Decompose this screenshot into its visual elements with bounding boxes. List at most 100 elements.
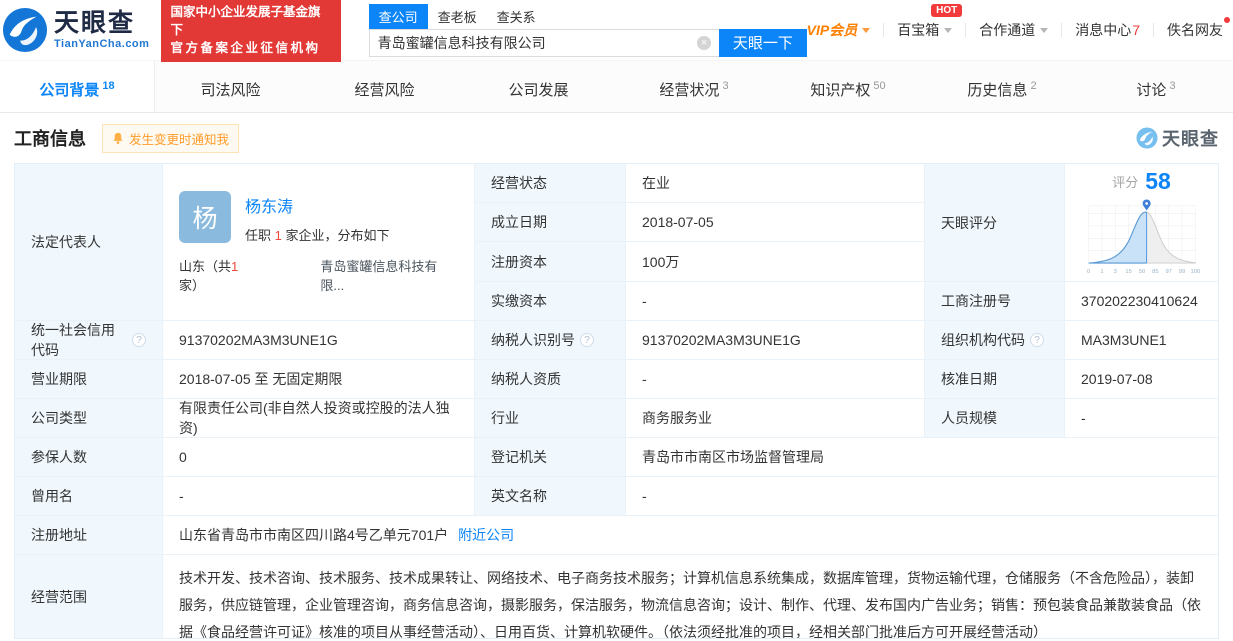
tianyan-score-panel[interactable]: 评分 58 [1065, 164, 1218, 282]
value-text: - [642, 293, 647, 309]
field-value-staff-size: - [1065, 399, 1218, 438]
search-tab-relation[interactable]: 查关系 [487, 4, 546, 29]
cooperation-label: 合作通道 [979, 20, 1035, 40]
label-text: 核准日期 [941, 369, 997, 389]
svg-text:1: 1 [1100, 269, 1103, 275]
tab-label: 经营状况 [659, 82, 719, 99]
label-text: 纳税人资质 [491, 369, 561, 389]
scope-text: 技术开发、技术咨询、技术服务、技术成果转让、网络技术、电子商务技术服务；计算机信… [179, 570, 1201, 638]
field-value-taxpayer-quality: - [626, 360, 925, 399]
tab-company-background[interactable]: 公司背景18 [0, 61, 155, 112]
tenure-text: 任职 1 家企业，分布如下 [245, 225, 390, 244]
bell-icon [112, 132, 124, 145]
value-text: - [1081, 410, 1086, 426]
field-value-company-type: 有限责任公司(非自然人投资或控股的法人独资) [163, 399, 475, 438]
help-icon[interactable] [132, 333, 146, 347]
tab-label: 公司背景 [39, 82, 99, 99]
search-tabs: 查公司 查老板 查关系 [369, 4, 807, 29]
legal-rep-name-link[interactable]: 杨东涛 [245, 193, 390, 217]
field-value-english-name: - [626, 477, 1218, 516]
vip-label: VIP会员 [807, 20, 858, 40]
watermark-text: 天眼查 [1162, 125, 1219, 151]
field-label-company-type: 公司类型 [15, 399, 163, 438]
tenure-count: 1 [275, 228, 282, 243]
tab-operating-status[interactable]: 经营状况3 [617, 61, 771, 112]
tab-company-development[interactable]: 公司发展 [463, 61, 617, 112]
notify-label: 发生变更时通知我 [129, 129, 229, 148]
tab-history-info[interactable]: 历史信息2 [925, 61, 1079, 112]
related-company-link[interactable]: 青岛蜜罐信息科技有限... [320, 256, 458, 294]
field-value-org-code: MA3M3UNE1 [1065, 321, 1218, 360]
label-text: 统一社会信用代码 [31, 321, 127, 360]
value-text: 2018-07-05 [642, 214, 714, 230]
svg-text:15: 15 [1125, 269, 1131, 275]
message-count-badge: 7 [1132, 22, 1140, 38]
tab-intellectual-property[interactable]: 知识产权50 [771, 61, 925, 112]
label-text: 实缴资本 [491, 291, 547, 311]
nearby-companies-link[interactable]: 附近公司 [458, 525, 514, 545]
nav-user[interactable]: 佚名网友 [1167, 20, 1223, 40]
value-text: 2018-07-05 至 无固定期限 [179, 369, 342, 389]
tab-label: 历史信息 [967, 82, 1027, 99]
legal-rep-card: 杨 杨东涛 任职 1 家企业，分布如下 山东（共1家） 青岛蜜罐信息科技有限..… [163, 164, 475, 321]
nav-vip[interactable]: VIP会员 [807, 20, 871, 40]
region-distribution: 山东（共1家） [179, 256, 262, 294]
field-label-taxpayer-id: 纳税人识别号 [475, 321, 626, 360]
search-tab-boss[interactable]: 查老板 [428, 4, 487, 29]
search-tab-company[interactable]: 查公司 [369, 4, 428, 29]
search-button[interactable]: 天眼一下 [719, 29, 807, 57]
value-text: - [179, 488, 184, 504]
tab-discussion[interactable]: 讨论3 [1079, 61, 1233, 112]
value-text: 100万 [642, 252, 679, 272]
nav-cooperation[interactable]: 合作通道 [979, 20, 1048, 40]
svg-text:97: 97 [1165, 269, 1171, 275]
search-input[interactable] [369, 29, 719, 57]
field-label-business-scope: 经营范围 [15, 555, 163, 638]
notify-change-button[interactable]: 发生变更时通知我 [102, 124, 239, 153]
label-text: 公司类型 [31, 408, 87, 428]
svg-text:50: 50 [1138, 269, 1144, 275]
field-value-business-term: 2018-07-05 至 无固定期限 [163, 360, 475, 399]
field-label-legal-rep: 法定代表人 [15, 164, 163, 321]
tab-operating-risk[interactable]: 经营风险 [309, 61, 463, 112]
tianyancha-logo[interactable]: 天眼查 TianYanCha.com [2, 7, 149, 53]
nav-messages[interactable]: 消息中心 7 [1075, 20, 1140, 40]
field-label-establish-date: 成立日期 [475, 203, 626, 242]
field-value-credit-code: 91370202MA3M3UNE1G [163, 321, 475, 360]
label-text: 天眼评分 [941, 213, 997, 233]
field-label-insured-count: 参保人数 [15, 438, 163, 477]
tab-count: 18 [102, 80, 114, 92]
username-label: 佚名网友 [1167, 20, 1223, 40]
field-value-reg-number: 370202230410624 [1065, 282, 1218, 321]
avatar[interactable]: 杨 [179, 191, 231, 243]
field-label-business-term: 营业期限 [15, 360, 163, 399]
hot-badge: HOT [931, 4, 962, 17]
tab-judicial-risk[interactable]: 司法风险 [155, 61, 309, 112]
cert-line1: 国家中小企业发展子基金旗下 [170, 3, 331, 39]
nav-toolbox[interactable]: HOT 百宝箱 [897, 20, 952, 40]
region-count: 1 [231, 259, 238, 274]
field-label-reg-number: 工商注册号 [925, 282, 1065, 321]
field-value-reg-address: 山东省青岛市市南区四川路4号乙单元701户 附近公司 [163, 516, 1218, 555]
svg-text:100: 100 [1190, 269, 1200, 275]
label-text: 营业期限 [31, 369, 87, 389]
cert-line2: 官方备案企业征信机构 [170, 39, 331, 57]
label-text: 参保人数 [31, 447, 87, 467]
label-text: 注册地址 [31, 525, 87, 545]
label-text: 法定代表人 [31, 232, 101, 252]
field-label-staff-size: 人员规模 [925, 399, 1065, 438]
help-icon[interactable] [580, 333, 594, 347]
field-value-paid-capital: - [626, 282, 925, 321]
field-label-industry: 行业 [475, 399, 626, 438]
tab-count: 2 [1030, 80, 1036, 92]
svg-text:3: 3 [1113, 269, 1116, 275]
tab-count: 3 [1169, 80, 1175, 92]
svg-text:99: 99 [1178, 269, 1184, 275]
svg-text:0: 0 [1087, 269, 1090, 275]
value-text: 370202230410624 [1081, 293, 1198, 309]
label-text: 工商注册号 [941, 291, 1011, 311]
help-icon[interactable] [1030, 333, 1044, 347]
clear-search-icon[interactable] [697, 36, 711, 50]
search-module: 查公司 查老板 查关系 天眼一下 [369, 4, 807, 57]
section-header: 工商信息 发生变更时通知我 天眼查 [0, 113, 1233, 163]
